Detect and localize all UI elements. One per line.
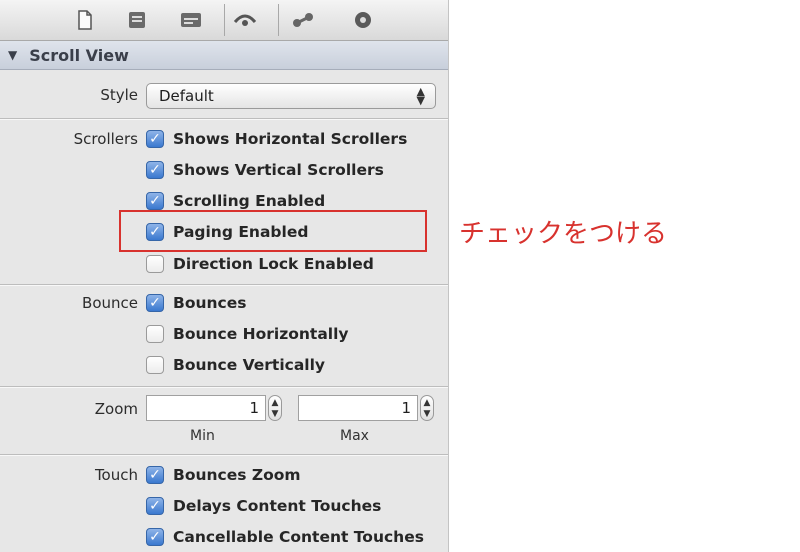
checkbox-checked-icon[interactable]: ✓ — [146, 466, 164, 484]
style-label: Style — [100, 86, 138, 104]
inspector-toolbar — [0, 0, 448, 41]
bounce-label: Bounce — [82, 294, 138, 312]
checkbox-cancellable-content-touches[interactable]: ✓ Cancellable Content Touches — [146, 526, 424, 548]
checkbox-label: Cancellable Content Touches — [173, 528, 424, 546]
checkbox-checked-icon[interactable]: ✓ — [146, 192, 164, 210]
divider — [0, 284, 448, 286]
checkbox-label: Scrolling Enabled — [173, 192, 326, 210]
zoom-min-field[interactable]: 1 — [146, 395, 266, 421]
zoom-label: Zoom — [94, 400, 138, 418]
popup-arrows-icon: ▲ ▼ — [416, 85, 425, 107]
checkbox-bounce-vertically[interactable]: Bounce Vertically — [146, 354, 325, 376]
style-popup[interactable]: Default ▲ ▼ — [146, 83, 436, 109]
checkbox-unchecked-icon[interactable] — [146, 325, 164, 343]
scroll-view-section-header[interactable]: ▼ Scroll View — [0, 41, 448, 70]
attributes-icon[interactable] — [228, 8, 262, 32]
touch-label: Touch — [94, 466, 138, 484]
inspector-panel: ▼ Scroll View Style Default ▲ ▼ Scrollers… — [0, 0, 449, 552]
checkbox-direction-lock-enabled[interactable]: Direction Lock Enabled — [146, 253, 374, 275]
checkbox-label: Shows Vertical Scrollers — [173, 161, 384, 179]
scrollers-label: Scrollers — [73, 130, 138, 148]
checkbox-scrolling-enabled[interactable]: ✓ Scrolling Enabled — [146, 190, 325, 212]
checkbox-label: Direction Lock Enabled — [173, 255, 374, 273]
checkbox-checked-icon[interactable]: ✓ — [146, 294, 164, 312]
checkbox-checked-icon[interactable]: ✓ — [146, 130, 164, 148]
checkbox-shows-horizontal-scrollers[interactable]: ✓ Shows Horizontal Scrollers — [146, 128, 407, 150]
checkbox-label: Delays Content Touches — [173, 497, 382, 515]
annotation-text: チェックをつける — [459, 219, 668, 249]
checkbox-checked-icon[interactable]: ✓ — [146, 161, 164, 179]
divider — [0, 386, 448, 388]
zoom-min-stepper[interactable]: ▲ ▼ — [268, 395, 282, 421]
disclosure-triangle-icon[interactable]: ▼ — [8, 48, 17, 62]
checkbox-checked-icon[interactable]: ✓ — [146, 497, 164, 515]
checkbox-label: Bounce Vertically — [173, 356, 326, 374]
divider — [0, 454, 448, 456]
toolbar-separator — [224, 4, 225, 36]
checkbox-checked-icon[interactable]: ✓ — [146, 528, 164, 546]
connections-icon[interactable] — [286, 8, 320, 32]
checkbox-label: Bounce Horizontally — [173, 325, 349, 343]
checkbox-label: Bounces — [173, 294, 247, 312]
quick-help-icon[interactable] — [120, 8, 154, 32]
checkbox-bounce-horizontally[interactable]: Bounce Horizontally — [146, 323, 349, 345]
style-popup-value: Default — [159, 87, 214, 105]
toolbar-separator — [278, 4, 279, 36]
zoom-max-field[interactable]: 1 — [298, 395, 418, 421]
zoom-min-caption: Min — [190, 428, 215, 444]
checkbox-label: Bounces Zoom — [173, 466, 301, 484]
section-title: Scroll View — [29, 45, 129, 65]
checkbox-label: Shows Horizontal Scrollers — [173, 130, 408, 148]
checkbox-unchecked-icon[interactable] — [146, 255, 164, 273]
checkbox-unchecked-icon[interactable] — [146, 356, 164, 374]
zoom-max-stepper[interactable]: ▲ ▼ — [420, 395, 434, 421]
identity-icon[interactable] — [174, 8, 208, 32]
paging-enabled-highlight-box — [119, 210, 427, 252]
checkbox-shows-vertical-scrollers[interactable]: ✓ Shows Vertical Scrollers — [146, 159, 384, 181]
file-icon[interactable] — [68, 8, 102, 32]
divider — [0, 118, 448, 120]
checkbox-bounces[interactable]: ✓ Bounces — [146, 292, 246, 314]
checkbox-delays-content-touches[interactable]: ✓ Delays Content Touches — [146, 495, 381, 517]
zoom-max-caption: Max — [340, 428, 369, 444]
checkbox-bounces-zoom[interactable]: ✓ Bounces Zoom — [146, 464, 301, 486]
size-icon[interactable] — [346, 8, 380, 32]
